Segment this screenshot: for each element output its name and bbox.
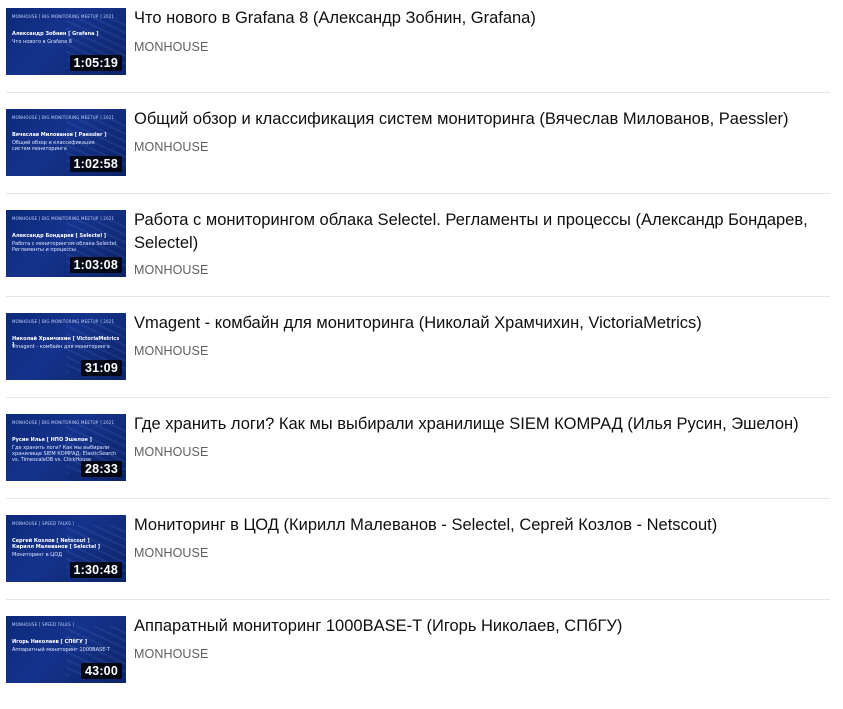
video-item[interactable]: MONHOUSE [ BIG MONITORING MEETUP ] 2021 А…	[0, 0, 830, 101]
video-item[interactable]: MONHOUSE [ BIG MONITORING MEETUP ] 2021 Н…	[0, 305, 830, 406]
thumbnail-topic-text: Общий обзор и классификация систем монит…	[12, 140, 95, 152]
channel-name-link[interactable]: MONHOUSE	[134, 546, 208, 560]
video-title-link[interactable]: Общий обзор и классификация систем монит…	[134, 108, 824, 131]
row-divider	[6, 397, 830, 398]
thumbnail-speaker-text: Сергей Козлов [ Netscout ] Кирилл Малева…	[12, 538, 101, 550]
row-divider	[6, 498, 830, 499]
video-thumbnail[interactable]: MONHOUSE [ BIG MONITORING MEETUP ] 2021 А…	[6, 8, 126, 75]
video-title-link[interactable]: Vmagent - комбайн для мониторинга (Никол…	[134, 312, 824, 335]
video-thumbnail[interactable]: MONHOUSE [ BIG MONITORING MEETUP ] 2021 Р…	[6, 414, 126, 481]
channel-name-link[interactable]: MONHOUSE	[134, 40, 208, 54]
thumbnail-topic-text: Аппаратный мониторинг 1000BASE-T	[12, 647, 110, 653]
video-thumbnail[interactable]: MONHOUSE [ BIG MONITORING MEETUP ] 2021 В…	[6, 109, 126, 176]
thumbnail-topic-text: Работа с мониторингом облака Selectel. Р…	[12, 241, 118, 253]
thumbnail-speaker-text: Вячеслав Милованов [ Paessler ]	[12, 132, 107, 138]
video-item[interactable]: MONHOUSE [ BIG MONITORING MEETUP ] 2021 А…	[0, 202, 830, 303]
thumbnail-brand-text: MONHOUSE [ BIG MONITORING MEETUP ] 2021	[12, 319, 115, 324]
thumbnail-brand-text: MONHOUSE [ BIG MONITORING MEETUP ] 2021	[12, 14, 115, 19]
thumbnail-brand-text: MONHOUSE [ BIG MONITORING MEETUP ] 2021	[12, 420, 115, 425]
thumbnail-topic-text: Что нового в Grafana 8	[12, 39, 72, 45]
video-title-link[interactable]: Аппаратный мониторинг 1000BASE-T (Игорь …	[134, 615, 824, 638]
video-item[interactable]: MONHOUSE [ SPEED TALKS ] Игорь Николаев […	[0, 608, 830, 709]
duration-badge: 1:30:48	[69, 562, 122, 578]
video-title-link[interactable]: Работа с мониторингом облака Selectel. Р…	[134, 209, 824, 255]
channel-name-link[interactable]: MONHOUSE	[134, 647, 208, 661]
row-divider	[6, 599, 830, 600]
thumbnail-speaker-text: Александр Зобнин [ Grafana ]	[12, 31, 99, 37]
thumbnail-brand-text: MONHOUSE [ SPEED TALKS ]	[12, 521, 75, 526]
video-title-link[interactable]: Что нового в Grafana 8 (Александр Зобнин…	[134, 7, 824, 30]
thumbnail-speaker-text: Александр Бондарев [ Selectel ]	[12, 233, 107, 239]
duration-badge: 28:33	[81, 461, 122, 477]
video-title-link[interactable]: Где хранить логи? Как мы выбирали хранил…	[134, 413, 824, 436]
video-thumbnail[interactable]: MONHOUSE [ BIG MONITORING MEETUP ] 2021 А…	[6, 210, 126, 277]
row-divider	[6, 92, 830, 93]
duration-badge: 1:02:58	[69, 156, 122, 172]
video-thumbnail[interactable]: MONHOUSE [ SPEED TALKS ] Игорь Николаев […	[6, 616, 126, 683]
video-thumbnail[interactable]: MONHOUSE [ BIG MONITORING MEETUP ] 2021 Н…	[6, 313, 126, 380]
channel-name-link[interactable]: MONHOUSE	[134, 140, 208, 154]
row-divider	[6, 296, 830, 297]
channel-name-link[interactable]: MONHOUSE	[134, 344, 208, 358]
duration-badge: 1:05:19	[69, 55, 122, 71]
video-item[interactable]: MONHOUSE [ BIG MONITORING MEETUP ] 2021 Р…	[0, 406, 830, 507]
duration-badge: 31:09	[81, 360, 122, 376]
thumbnail-brand-text: MONHOUSE [ SPEED TALKS ]	[12, 622, 75, 627]
video-item[interactable]: MONHOUSE [ SPEED TALKS ] Сергей Козлов [ …	[0, 507, 830, 608]
channel-name-link[interactable]: MONHOUSE	[134, 445, 208, 459]
thumbnail-brand-text: MONHOUSE [ BIG MONITORING MEETUP ] 2021	[12, 115, 115, 120]
video-list: MONHOUSE [ BIG MONITORING MEETUP ] 2021 А…	[0, 0, 843, 687]
thumbnail-speaker-text: Русин Илья [ НПО Эшелон ]	[12, 437, 92, 443]
thumbnail-topic-text: Vmagent - комбайн для мониторинга	[12, 344, 110, 350]
duration-badge: 1:03:08	[69, 257, 122, 273]
thumbnail-topic-text: Мониторинг в ЦОД	[12, 552, 63, 558]
video-item[interactable]: MONHOUSE [ BIG MONITORING MEETUP ] 2021 В…	[0, 101, 830, 202]
row-divider	[6, 193, 830, 194]
channel-name-link[interactable]: MONHOUSE	[134, 263, 208, 277]
video-title-link[interactable]: Мониторинг в ЦОД (Кирилл Малеванов - Sel…	[134, 514, 824, 537]
thumbnail-speaker-text: Игорь Николаев [ СПбГУ ]	[12, 639, 87, 645]
thumbnail-brand-text: MONHOUSE [ BIG MONITORING MEETUP ] 2021	[12, 216, 115, 221]
duration-badge: 43:00	[81, 663, 122, 679]
video-thumbnail[interactable]: MONHOUSE [ SPEED TALKS ] Сергей Козлов [ …	[6, 515, 126, 582]
